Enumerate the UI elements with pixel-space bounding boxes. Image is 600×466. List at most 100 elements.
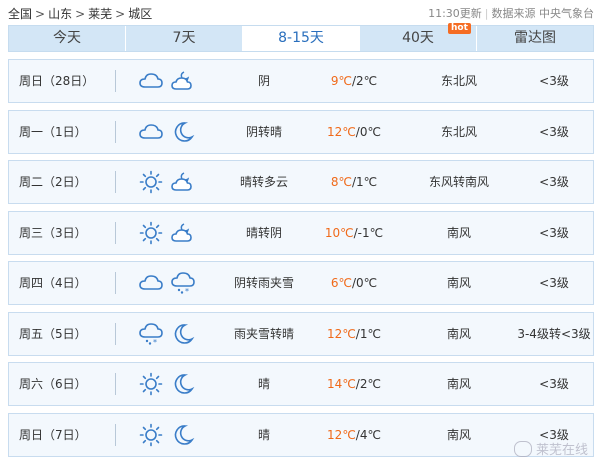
sun-icon	[138, 170, 164, 194]
forecast-row: 周三（3日） 晴转阴 10℃/-1℃ 南风 <3级	[8, 210, 594, 255]
source-name: 中央气象台	[539, 7, 594, 20]
low-temperature: /0℃	[351, 276, 378, 290]
divider	[115, 221, 116, 244]
svg-text:*: *	[185, 287, 189, 295]
update-time: 11:30更新	[428, 7, 482, 20]
forecast-day: 周四（4日）	[19, 276, 87, 290]
forecast-row: 周六（6日） 晴 14℃/2℃ 南风 <3级	[8, 362, 594, 406]
temperature: 8℃/1℃	[324, 161, 384, 203]
high-temperature: 12℃	[327, 326, 356, 341]
wind-level: <3级	[539, 225, 569, 240]
sun-icon	[138, 372, 164, 396]
cloudy-icon	[138, 120, 164, 144]
wind-direction: 东风转南风	[428, 175, 489, 189]
low-temperature: /2℃	[351, 74, 378, 88]
wind-level: <3级	[539, 377, 569, 391]
forecast-day: 周二（2日）	[19, 175, 87, 189]
high-temperature: 12℃	[327, 427, 356, 442]
weather-description: 晴	[257, 377, 270, 391]
tab-radar[interactable]: 雷达图	[477, 26, 593, 51]
moon-icon	[170, 372, 196, 396]
low-temperature: /1℃	[351, 175, 378, 189]
forecast-row: 周五（5日） * 雨夹雪转晴 12℃/1℃ 南风 3-4级转<3级	[8, 311, 594, 356]
sun-icon	[138, 221, 164, 245]
moon-icon	[170, 322, 196, 346]
forecast-day: 周三（3日）	[19, 225, 87, 240]
divider	[115, 322, 116, 345]
breadcrumb-separator: >	[75, 7, 86, 21]
breadcrumb-separator: >	[115, 7, 126, 21]
wind-direction: 南风	[446, 427, 471, 442]
cloudy-icon	[138, 69, 164, 93]
temperature: 14℃/2℃	[324, 363, 384, 405]
temperature: 12℃/0℃	[324, 111, 384, 153]
temperature: 12℃/1℃	[324, 313, 384, 355]
forecast-day: 周日（7日）	[19, 427, 87, 442]
temperature: 6℃/0℃	[324, 262, 384, 304]
sun-icon	[138, 423, 164, 447]
divider	[115, 120, 116, 143]
low-temperature: /-1℃	[353, 225, 384, 240]
breadcrumb-city[interactable]: 莱芜	[88, 7, 112, 21]
tab-7-days[interactable]: 7天	[126, 26, 243, 51]
cloudy-icon	[138, 271, 164, 295]
forecast-row: 周四（4日） * 阴转雨夹雪 6℃/0℃ 南风 <3级	[8, 261, 594, 305]
hot-badge: hot	[448, 23, 471, 34]
low-temperature: /0℃	[355, 124, 381, 139]
tab-8-15-days[interactable]: 8-15天	[243, 26, 360, 51]
temperature: 10℃/-1℃	[324, 212, 384, 254]
weather-description: 晴	[257, 427, 270, 442]
tab-40-days[interactable]: 40天 hot	[360, 23, 477, 51]
wind-level: 3-4级转<3级	[517, 326, 591, 341]
tab-today[interactable]: 今天	[9, 26, 126, 51]
tab-40-days-label: 40天	[402, 30, 434, 46]
low-temperature: /4℃	[355, 427, 381, 442]
wind-level: <3级	[539, 276, 569, 290]
high-temperature: 6℃	[330, 276, 352, 290]
sleet-icon: *	[170, 271, 196, 295]
forecast-day: 周六（6日）	[19, 377, 87, 391]
divider	[115, 373, 116, 395]
forecast-day: 周日（28日）	[19, 74, 95, 88]
divider: |	[484, 7, 489, 20]
cloudy-night-icon	[170, 170, 196, 194]
weather-description: 阴	[257, 74, 270, 88]
high-temperature: 8℃	[330, 175, 352, 189]
temperature: 12℃/4℃	[324, 414, 384, 456]
cloudy-night-icon	[170, 221, 196, 245]
weather-description: 晴转多云	[239, 175, 288, 189]
wind-direction: 东北风	[440, 74, 477, 88]
breadcrumb-separator: >	[35, 7, 46, 21]
moon-icon	[170, 120, 196, 144]
cloudy-night-icon	[170, 69, 196, 93]
high-temperature: 9℃	[330, 74, 352, 88]
top-bar: 全国 > 山东 > 莱芜 > 城区 11:30更新 | 数据来源 中央气象台	[0, 0, 600, 26]
wind-direction: 南风	[446, 225, 471, 240]
svg-text:*: *	[153, 338, 157, 346]
divider	[115, 70, 116, 92]
wind-direction: 南风	[446, 377, 471, 391]
forecast-row: 周日（7日）晴 12℃/4℃ 南风 <3级	[8, 412, 594, 457]
forecast-row: 周一（1日） 阴转晴 12℃/0℃ 东北风 <3级	[8, 109, 594, 154]
high-temperature: 10℃	[324, 225, 354, 240]
high-temperature: 14℃	[327, 377, 356, 391]
temperature: 9℃/2℃	[324, 60, 384, 102]
watermark-text: 莱芜在线	[535, 443, 588, 458]
weather-description: 阴转晴	[245, 124, 282, 139]
low-temperature: /2℃	[355, 377, 381, 391]
wechat-icon	[513, 440, 532, 457]
divider	[115, 423, 116, 446]
forecast-tabs: 今天 7天 8-15天 40天 hot 雷达图	[8, 23, 594, 52]
forecast-row: 周日（28日） 阴 9℃/2℃ 东北风 <3级	[8, 59, 594, 103]
moon-icon	[170, 423, 196, 447]
forecast-row: 周二（2日） 晴转多云 8℃/1℃ 东风转南风 <3级	[8, 160, 594, 204]
breadcrumb-province[interactable]: 山东	[48, 7, 72, 21]
low-temperature: /1℃	[355, 326, 381, 341]
weather-description: 雨夹雪转晴	[233, 326, 294, 341]
breadcrumb-country[interactable]: 全国	[8, 7, 32, 21]
wind-level: <3级	[539, 74, 569, 88]
wind-level: <3级	[539, 124, 569, 139]
wind-level: <3级	[539, 175, 569, 189]
divider	[115, 272, 116, 294]
breadcrumb-district: 城区	[128, 7, 153, 21]
